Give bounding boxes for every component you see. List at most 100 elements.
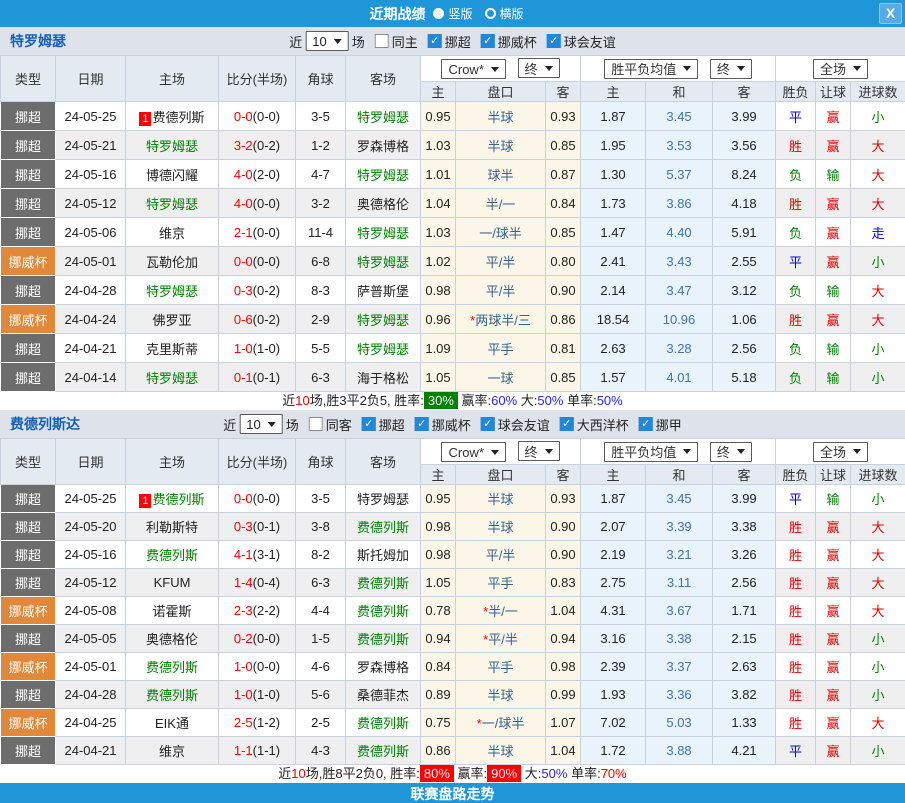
odds-away: 0.98 [546, 653, 581, 681]
avg-draw: 3.67 [646, 597, 713, 625]
league-checkbox[interactable]: ✓ [481, 34, 495, 48]
match-date: 24-05-16 [56, 160, 126, 189]
score: 1-0(1-0) [219, 681, 296, 709]
league-type-badge: 挪超 [1, 569, 56, 597]
handicap: 平/半 [456, 276, 546, 305]
titlebar: 近期战绩 竖版 横版 X [0, 0, 905, 27]
chevron-down-icon [545, 449, 553, 454]
same-venue-checkbox[interactable] [375, 34, 389, 48]
league-checkbox[interactable]: ✓ [428, 34, 442, 48]
league-label: 挪威杯 [432, 415, 471, 434]
scope-select[interactable]: 全场 [813, 59, 868, 79]
corner-score: 5-5 [296, 334, 346, 363]
corner-score: 3-5 [296, 485, 346, 513]
same-venue-checkbox[interactable] [309, 417, 323, 431]
match-date: 24-05-16 [56, 541, 126, 569]
close-button[interactable]: X [879, 3, 902, 24]
league-checkbox[interactable]: ✓ [560, 417, 574, 431]
home-team: 1费德列斯 [126, 485, 219, 513]
league-type-badge: 挪超 [1, 541, 56, 569]
summary-text: 60% [491, 393, 517, 408]
radio-unchecked-icon[interactable] [485, 8, 496, 19]
match-row: 挪威杯24-05-01瓦勒伦加0-0(0-0)6-8特罗姆瑟1.02平/半0.8… [1, 247, 905, 276]
match-result: 负 [776, 218, 816, 247]
score: 0-0(0-0) [219, 247, 296, 276]
handicap-result: 赢 [816, 131, 851, 160]
chevron-down-icon [737, 449, 745, 454]
avg-stage-select[interactable]: 终 [710, 442, 752, 462]
league-type-badge: 挪超 [1, 737, 56, 765]
odds-away: 0.99 [546, 681, 581, 709]
bottom-nav-bar[interactable]: 联赛盘路走势 [0, 783, 905, 803]
layout-radio-vertical[interactable]: 竖版 [433, 5, 472, 22]
scope-select[interactable]: 全场 [813, 442, 868, 462]
handicap: 半/一 [456, 189, 546, 218]
radio-checked-icon[interactable] [433, 8, 444, 19]
match-date: 24-04-28 [56, 276, 126, 305]
score: 4-1(3-1) [219, 541, 296, 569]
goals-result: 大 [851, 276, 905, 305]
match-row: 挪超24-04-28费德列斯1-0(1-0)5-6桑德菲杰0.89半球0.991… [1, 681, 905, 709]
match-count-select[interactable]: 10 [239, 414, 282, 434]
away-team: 特罗姆瑟 [346, 485, 421, 513]
sub-col-goals: 进球数 [851, 82, 905, 102]
league-checkbox[interactable]: ✓ [415, 417, 429, 431]
league-checkbox[interactable]: ✓ [481, 417, 495, 431]
corner-score: 4-3 [296, 737, 346, 765]
avg-away: 1.33 [713, 709, 776, 737]
odds-away: 0.84 [546, 189, 581, 218]
league-type-badge: 挪超 [1, 131, 56, 160]
league-checkbox[interactable]: ✓ [362, 417, 376, 431]
league-checkbox[interactable]: ✓ [547, 34, 561, 48]
live-handicap-marker: * [477, 716, 482, 731]
handicap: 一球 [456, 363, 546, 392]
corner-score: 4-6 [296, 653, 346, 681]
chevron-down-icon [334, 39, 342, 44]
chevron-down-icon [683, 449, 691, 454]
handicap-result: 赢 [816, 218, 851, 247]
handicap: 半球 [456, 513, 546, 541]
avg-draw: 3.45 [646, 102, 713, 131]
handicap-result: 赢 [816, 102, 851, 131]
handicap: 半球 [456, 737, 546, 765]
col-away: 客场 [346, 56, 421, 102]
bookmaker-select[interactable]: Crow* [441, 442, 505, 462]
odds-home: 1.03 [421, 131, 456, 160]
avg-stage-select[interactable]: 终 [710, 59, 752, 79]
goals-result: 大 [851, 189, 905, 218]
avg-away: 8.24 [713, 160, 776, 189]
bookmaker-select[interactable]: Crow* [441, 59, 505, 79]
handicap: 半球 [456, 485, 546, 513]
handicap-result: 赢 [816, 305, 851, 334]
avg-odds-select[interactable]: 胜平负均值 [604, 59, 698, 79]
odds-home: 0.98 [421, 513, 456, 541]
col-score: 比分(半场) [219, 439, 296, 485]
goals-result: 大 [851, 513, 905, 541]
match-date: 24-05-20 [56, 513, 126, 541]
score: 4-0(0-0) [219, 189, 296, 218]
avg-draw: 10.96 [646, 305, 713, 334]
odds-home: 0.95 [421, 485, 456, 513]
layout-radio-horizontal[interactable]: 横版 [485, 5, 524, 22]
match-result: 胜 [776, 653, 816, 681]
avg-odds-select[interactable]: 胜平负均值 [604, 442, 698, 462]
chevron-down-icon [853, 66, 861, 71]
match-row: 挪超24-05-21特罗姆瑟3-2(0-2)1-2罗森博格1.03半球0.851… [1, 131, 905, 160]
result-group: 全场 [776, 439, 905, 465]
odds-stage-select[interactable]: 终 [518, 58, 560, 78]
handicap: *两球半/三 [456, 305, 546, 334]
rate-badge: 30% [424, 392, 458, 409]
match-count-select[interactable]: 10 [305, 31, 348, 51]
odds-stage-select[interactable]: 终 [518, 441, 560, 461]
league-checkbox[interactable]: ✓ [639, 417, 653, 431]
vertical-label: 竖版 [448, 5, 472, 22]
corner-score: 3-8 [296, 513, 346, 541]
avg-away: 2.55 [713, 247, 776, 276]
match-date: 24-04-24 [56, 305, 126, 334]
avg-draw: 3.39 [646, 513, 713, 541]
away-team: 罗森博格 [346, 131, 421, 160]
same-venue-label: 同主 [392, 32, 418, 51]
league-type-badge: 挪超 [1, 513, 56, 541]
handicap: 平/半 [456, 247, 546, 276]
match-result: 负 [776, 276, 816, 305]
